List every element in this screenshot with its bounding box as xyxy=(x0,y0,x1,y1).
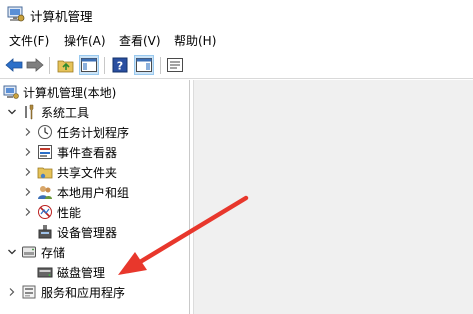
tree-label: 存储 xyxy=(41,245,66,260)
chevron-right-icon[interactable] xyxy=(22,146,34,158)
tree-label: 计算机管理(本地) xyxy=(23,85,117,100)
chevron-down-icon[interactable] xyxy=(6,246,18,258)
svg-text:?: ? xyxy=(117,60,123,73)
computer-management-icon xyxy=(3,84,19,100)
menu-action[interactable]: 操作(A) xyxy=(64,32,106,49)
details-pane xyxy=(193,80,473,314)
tree-node-local-users[interactable]: 本地用户和组 xyxy=(22,182,129,202)
menu-view[interactable]: 查看(V) xyxy=(119,32,161,49)
tree-node-event-viewer[interactable]: 事件查看器 xyxy=(22,142,117,162)
window-title: 计算机管理 xyxy=(30,9,93,24)
show-pane-icon[interactable] xyxy=(134,55,154,75)
help-icon[interactable]: ? xyxy=(110,55,130,75)
menu-bar: 文件(F) 操作(A) 查看(V) 帮助(H) xyxy=(0,28,473,52)
tree-node-storage[interactable]: 存储 xyxy=(6,242,65,262)
event-viewer-icon xyxy=(37,144,53,160)
back-icon[interactable] xyxy=(4,55,24,75)
tree-node-system-tools[interactable]: 系统工具 xyxy=(6,102,89,122)
tree-node-services-apps[interactable]: 服务和应用程序 xyxy=(6,282,125,302)
navigation-tree: 计算机管理(本地) 系统工具 任务计划程序 事件查看器 共享文件夹 本地用户和组… xyxy=(0,80,190,314)
tree-node-shared-folders[interactable]: 共享文件夹 xyxy=(22,162,117,182)
performance-icon xyxy=(37,204,53,220)
storage-icon xyxy=(21,244,37,260)
tree-node-root[interactable]: 计算机管理(本地) xyxy=(3,82,116,102)
chevron-right-icon[interactable] xyxy=(22,206,34,218)
chevron-right-icon[interactable] xyxy=(22,166,34,178)
chevron-right-icon[interactable] xyxy=(22,126,34,138)
forward-icon[interactable] xyxy=(25,55,45,75)
clock-icon xyxy=(37,124,53,140)
chevron-down-icon[interactable] xyxy=(6,106,18,118)
tree-label: 系统工具 xyxy=(41,105,90,120)
tree-node-disk-management[interactable]: 磁盘管理 xyxy=(37,262,105,282)
tree-node-performance[interactable]: 性能 xyxy=(22,202,81,222)
services-icon xyxy=(21,284,37,300)
menu-file[interactable]: 文件(F) xyxy=(9,32,49,49)
up-folder-icon[interactable] xyxy=(56,55,76,75)
chevron-right-icon[interactable] xyxy=(6,286,18,298)
tree-label: 性能 xyxy=(57,205,82,220)
tree-node-device-manager[interactable]: 设备管理器 xyxy=(37,222,117,242)
device-manager-icon xyxy=(37,224,53,240)
toolbar-separator xyxy=(160,57,161,74)
computer-management-icon xyxy=(7,6,25,22)
tree-label: 任务计划程序 xyxy=(57,125,130,140)
tree-label: 设备管理器 xyxy=(57,225,118,240)
toolbar: ? xyxy=(0,52,473,79)
tree-node-task-scheduler[interactable]: 任务计划程序 xyxy=(22,122,129,142)
title-bar: 计算机管理 xyxy=(0,0,473,28)
disk-management-icon xyxy=(37,264,53,280)
tree-label: 磁盘管理 xyxy=(57,265,106,280)
chevron-right-icon[interactable] xyxy=(22,186,34,198)
toolbar-separator xyxy=(49,57,50,74)
show-tree-icon[interactable] xyxy=(79,55,99,75)
shared-folder-icon xyxy=(37,164,53,180)
users-icon xyxy=(37,184,53,200)
tree-label: 事件查看器 xyxy=(57,145,118,160)
tree-label: 共享文件夹 xyxy=(57,165,118,180)
tree-label: 本地用户和组 xyxy=(57,185,130,200)
tools-icon xyxy=(21,104,37,120)
properties-icon[interactable] xyxy=(165,55,185,75)
menu-help[interactable]: 帮助(H) xyxy=(174,32,216,49)
tree-label: 服务和应用程序 xyxy=(41,285,126,300)
toolbar-separator xyxy=(104,57,105,74)
